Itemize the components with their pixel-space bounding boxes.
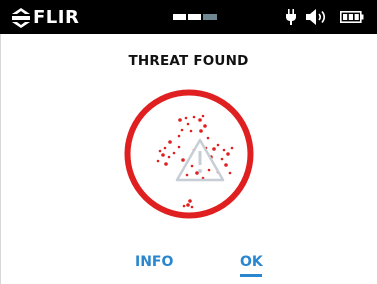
threat-dot (177, 134, 181, 138)
screen-edge (0, 34, 1, 284)
threat-dot (224, 163, 228, 167)
threat-dot (158, 149, 162, 153)
page-dot-3 (203, 14, 217, 20)
threat-dot (188, 199, 192, 203)
threat-dot (198, 118, 202, 122)
ok-selected-underline (240, 274, 262, 277)
page-dot-1 (173, 14, 186, 20)
threat-dot (172, 151, 176, 155)
threat-dot (192, 115, 196, 119)
threat-dot (190, 205, 194, 209)
threat-dot (199, 129, 203, 133)
threat-dot (201, 114, 205, 118)
threat-dot (180, 128, 184, 132)
threat-dot (184, 116, 188, 120)
threat-dot (226, 152, 230, 156)
battery-segment (348, 14, 353, 20)
speaker-icon (306, 9, 326, 25)
threat-dot (177, 145, 181, 149)
battery-segment (354, 14, 359, 20)
threat-dot (222, 148, 226, 152)
brand-logo: FLIR (12, 7, 79, 28)
threat-dot (161, 153, 165, 157)
ok-button[interactable]: OK (240, 254, 263, 270)
threat-dot (207, 168, 211, 172)
threat-dot (168, 140, 172, 144)
threat-dot (216, 143, 220, 147)
device-screen: FLIR THREAT FOUND INFO OK (0, 0, 377, 284)
threat-dot (220, 157, 224, 161)
threat-dot (206, 136, 210, 140)
threat-dot (186, 203, 190, 207)
threat-dot (164, 162, 168, 166)
threat-dot (230, 146, 234, 150)
page-title: THREAT FOUND (128, 53, 249, 69)
threat-dot (190, 164, 194, 168)
info-button[interactable]: INFO (135, 254, 173, 270)
page-dot-2 (188, 14, 201, 20)
threat-dot (182, 204, 186, 208)
threat-dot (178, 118, 182, 122)
threat-dot (203, 124, 207, 128)
threat-dot (156, 159, 160, 163)
threat-warning-icon (124, 89, 254, 219)
threat-dot (181, 158, 185, 162)
page-indicator (173, 14, 219, 20)
brand-name: FLIR (33, 6, 80, 28)
threat-dot (228, 171, 232, 175)
threat-dot (163, 146, 167, 150)
flir-logo-icon (12, 7, 30, 28)
threat-dot (186, 122, 190, 126)
threat-dot (212, 147, 216, 151)
threat-dot (189, 129, 193, 133)
threat-dot (167, 155, 171, 159)
plug-icon (286, 9, 296, 25)
status-bar: FLIR (0, 0, 377, 34)
threat-dot (185, 173, 189, 177)
battery-icon (340, 11, 364, 23)
battery-segment (343, 14, 348, 20)
